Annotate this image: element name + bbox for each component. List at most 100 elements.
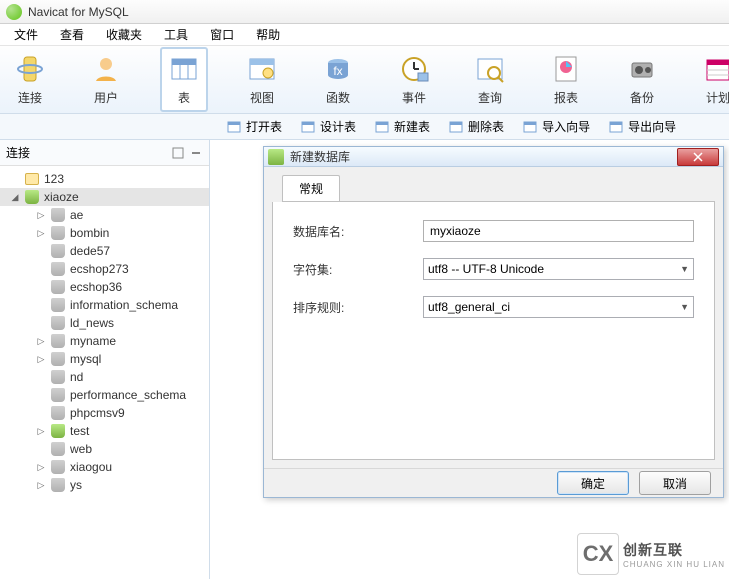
expand-arrow-icon[interactable]: ▷: [36, 462, 46, 472]
cancel-button[interactable]: 取消: [639, 471, 711, 495]
import-icon: [522, 119, 538, 135]
close-icon: [693, 152, 703, 162]
toolbar-backup[interactable]: 备份: [620, 49, 664, 110]
close-button[interactable]: [677, 148, 719, 166]
collation-label: 排序规则:: [293, 299, 423, 316]
toolbar-connect[interactable]: 连接: [8, 49, 52, 110]
menu-4[interactable]: 窗口: [200, 24, 244, 45]
expand-arrow-icon[interactable]: ▷: [36, 228, 46, 238]
expand-arrow-icon[interactable]: ▷: [36, 210, 46, 220]
toolbar-table[interactable]: 表: [160, 47, 208, 112]
menu-1[interactable]: 查看: [50, 24, 94, 45]
tree-item-web[interactable]: web: [0, 440, 209, 458]
database-icon: [50, 315, 66, 331]
menubar: 文件查看收藏夹工具窗口帮助: [0, 24, 729, 46]
tree-label: bombin: [70, 226, 109, 240]
open-icon: [226, 119, 242, 135]
tree-item-ld_news[interactable]: ld_news: [0, 314, 209, 332]
menu-2[interactable]: 收藏夹: [96, 24, 152, 45]
charset-label: 字符集:: [293, 261, 423, 278]
database-icon: [50, 477, 66, 493]
database-icon: [50, 369, 66, 385]
toolbar-plan[interactable]: 计划: [696, 49, 729, 110]
expand-arrow-icon[interactable]: ▷: [36, 336, 46, 346]
toolbar-view[interactable]: 视图: [240, 49, 284, 110]
expand-arrow-icon[interactable]: ▷: [36, 480, 46, 490]
tree-label: phpcmsv9: [70, 406, 125, 420]
toolbar-report[interactable]: 报表: [544, 49, 588, 110]
tree-item-performance_schema[interactable]: performance_schema: [0, 386, 209, 404]
report-icon: [550, 53, 582, 85]
refresh-icon[interactable]: [171, 146, 185, 160]
tree-item-mysql[interactable]: ▷ mysql: [0, 350, 209, 368]
chevron-down-icon: ▼: [680, 264, 689, 274]
menu-3[interactable]: 工具: [154, 24, 198, 45]
tree-item-xiaoze[interactable]: ◢xiaoze: [0, 188, 209, 206]
tree-item-ys[interactable]: ▷ ys: [0, 476, 209, 494]
toolbar-event[interactable]: 事件: [392, 49, 436, 110]
subtoolbar-design[interactable]: 设计表: [294, 116, 362, 137]
subtoolbar-export[interactable]: 导出向导: [602, 116, 682, 137]
sidebar-header-icons: [171, 146, 203, 160]
menu-0[interactable]: 文件: [4, 24, 48, 45]
sidebar: 连接 123◢xiaoze▷ae▷bombindede57ecshop273ec…: [0, 140, 210, 579]
tree-label: 123: [44, 172, 64, 186]
tree-item-ecshop273[interactable]: ecshop273: [0, 260, 209, 278]
charset-select[interactable]: utf8 -- UTF-8 Unicode ▼: [423, 258, 694, 280]
table-icon: [168, 53, 200, 85]
tree-label: web: [70, 442, 92, 456]
titlebar: Navicat for MySQL: [0, 0, 729, 24]
subtoolbar-new[interactable]: 新建表: [368, 116, 436, 137]
database-icon: [50, 351, 66, 367]
expand-arrow-icon[interactable]: ▷: [36, 354, 46, 364]
func-icon: fx: [322, 53, 354, 85]
tree-item-ecshop36[interactable]: ecshop36: [0, 278, 209, 296]
subtoolbar-open[interactable]: 打开表: [220, 116, 288, 137]
tab-general[interactable]: 常规: [282, 175, 340, 201]
db-name-input[interactable]: [423, 220, 694, 242]
tree-item-nd[interactable]: nd: [0, 368, 209, 386]
new-icon: [374, 119, 390, 135]
toolbar-func[interactable]: fx函数: [316, 49, 360, 110]
collapse-arrow-icon[interactable]: ◢: [10, 192, 20, 202]
watermark-sub: CHUANG XIN HU LIAN: [623, 560, 725, 569]
database-icon: [50, 405, 66, 421]
sidebar-header: 连接: [0, 140, 209, 166]
collapse-icon[interactable]: [189, 146, 203, 160]
collation-select[interactable]: utf8_general_ci ▼: [423, 296, 694, 318]
subtoolbar-delete[interactable]: 删除表: [442, 116, 510, 137]
tree-label: dede57: [70, 244, 110, 258]
database-open-icon: [24, 189, 40, 205]
tree-label: information_schema: [70, 298, 178, 312]
database-icon: [50, 261, 66, 277]
tree-item-myname[interactable]: ▷myname: [0, 332, 209, 350]
tree-item-phpcmsv9[interactable]: phpcmsv9: [0, 404, 209, 422]
expand-arrow-icon[interactable]: ▷: [36, 426, 46, 436]
dialog-title: 新建数据库: [290, 148, 677, 165]
dialog-tabs: 常规: [282, 175, 715, 202]
tree-item-information_schema[interactable]: information_schema: [0, 296, 209, 314]
toolbar-user[interactable]: 用户: [84, 49, 128, 110]
watermark-logo: CX: [577, 533, 619, 575]
tree-label: mysql: [70, 352, 101, 366]
ok-button[interactable]: 确定: [557, 471, 629, 495]
query-icon: [474, 53, 506, 85]
tree-label: performance_schema: [70, 388, 186, 402]
delete-icon: [448, 119, 464, 135]
tree-item-xiaogou[interactable]: ▷xiaogou: [0, 458, 209, 476]
tree-label: ys: [70, 478, 82, 492]
tree-item-test[interactable]: ▷test: [0, 422, 209, 440]
tree-item-ae[interactable]: ▷ae: [0, 206, 209, 224]
dialog-titlebar[interactable]: 新建数据库: [264, 147, 723, 167]
database-icon: [50, 243, 66, 259]
menu-5[interactable]: 帮助: [246, 24, 290, 45]
plan-icon: [702, 53, 729, 85]
charset-value: utf8 -- UTF-8 Unicode: [428, 262, 544, 276]
tree-item-dede57[interactable]: dede57: [0, 242, 209, 260]
subtoolbar: 打开表设计表新建表删除表导入向导导出向导: [0, 114, 729, 140]
tree-item-bombin[interactable]: ▷ bombin: [0, 224, 209, 242]
subtoolbar-import[interactable]: 导入向导: [516, 116, 596, 137]
tree-item-123[interactable]: 123: [0, 170, 209, 188]
toolbar-query[interactable]: 查询: [468, 49, 512, 110]
folder-icon: [24, 171, 40, 187]
